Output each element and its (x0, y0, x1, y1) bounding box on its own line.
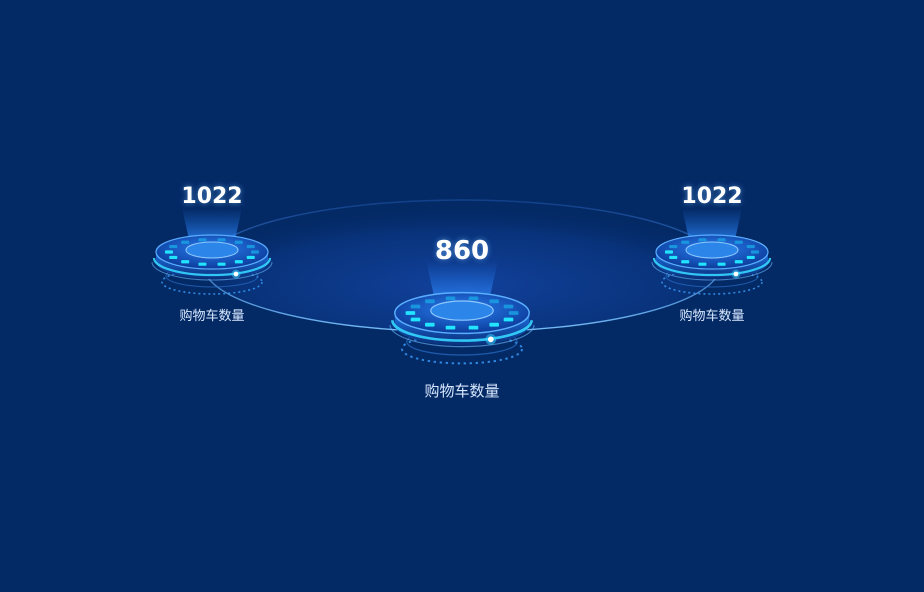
ring-segment (717, 238, 726, 242)
ring-segment (746, 244, 755, 249)
ring-segment (751, 250, 759, 254)
ring-segment (746, 255, 755, 260)
ring-segment (445, 325, 456, 330)
glow-dot-core (733, 271, 739, 277)
dashboard-stage: 1022 购物车数量 860 购物车数量 1022 购物车数量 (0, 0, 924, 592)
stat-value-2: 860 (434, 236, 490, 266)
ring-segment (181, 240, 190, 244)
ring-segment (405, 311, 416, 315)
ring-segment (503, 317, 514, 322)
ring-segment (698, 238, 707, 242)
ring-segment (669, 255, 678, 260)
ring-segment (445, 296, 456, 301)
ring-segment (181, 260, 190, 264)
ring-segment (734, 240, 743, 244)
ring-segment (669, 244, 678, 249)
ring-segment (425, 322, 435, 327)
stat-label-1: 购物车数量 (179, 309, 245, 324)
ring-segment (246, 244, 255, 249)
orbit-graphic (151, 199, 773, 365)
ring-segment (410, 304, 421, 309)
ring-segment (681, 260, 690, 264)
ring-segment (468, 296, 479, 301)
ring-segment (217, 238, 226, 242)
ring-segment (234, 240, 243, 244)
ring-segment (198, 238, 207, 242)
ring-segment (169, 244, 178, 249)
stat-value-3: 1022 (681, 184, 743, 209)
ring-segment (698, 262, 707, 266)
disc-hub (185, 241, 239, 259)
ring-segment (508, 311, 519, 315)
disc-hub (430, 300, 494, 321)
ring-segment (717, 262, 726, 266)
ring-segment (198, 262, 207, 266)
ring-segment (251, 250, 259, 254)
stat-label-2: 购物车数量 (424, 382, 500, 400)
disc-hub (685, 241, 739, 259)
ring-segment (410, 317, 421, 322)
ring-segment (169, 255, 178, 260)
ring-segment (489, 322, 499, 327)
ring-segment (681, 240, 690, 244)
ring-segment (217, 262, 226, 266)
ring-segment (165, 250, 173, 254)
ring-segment (665, 250, 673, 254)
ring-segment (246, 255, 255, 260)
glow-dot-core (487, 336, 494, 343)
ring-segment (468, 325, 479, 330)
ring-segment (489, 299, 499, 304)
ring-segment (234, 260, 243, 264)
ring-segment (734, 260, 743, 264)
ring-segment (503, 304, 514, 309)
stat-label-3: 购物车数量 (679, 309, 745, 324)
ring-segment (425, 299, 435, 304)
stat-value-1: 1022 (181, 184, 243, 209)
glow-dot-core (233, 271, 239, 277)
